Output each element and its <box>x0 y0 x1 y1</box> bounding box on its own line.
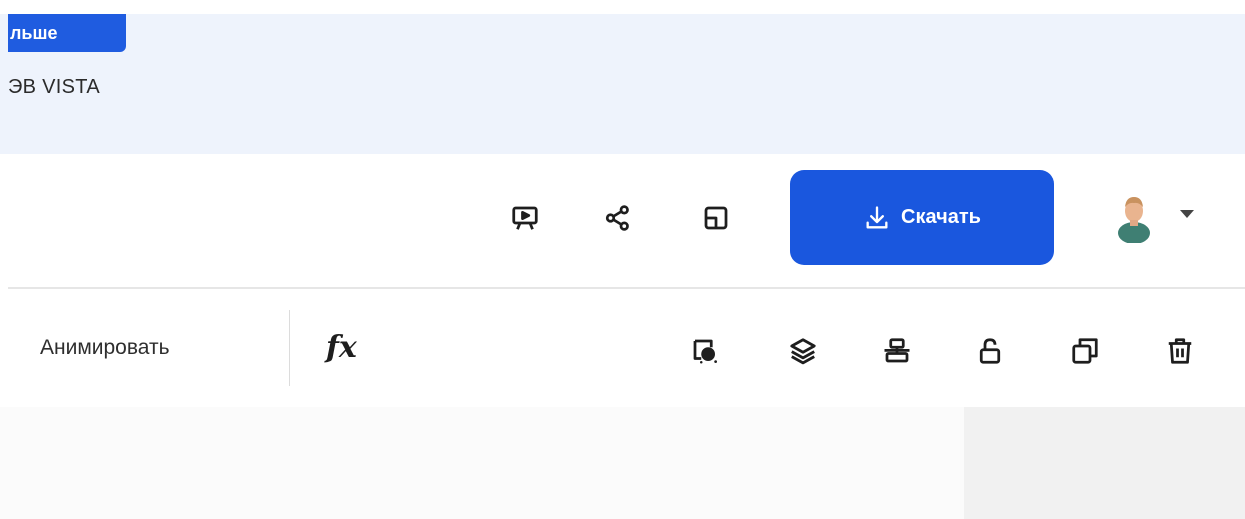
trash-icon[interactable] <box>1163 334 1197 368</box>
layers-icon[interactable] <box>786 334 820 368</box>
lock-icon[interactable] <box>973 334 1007 368</box>
resize-icon[interactable] <box>698 200 734 236</box>
edit-toolbar <box>0 289 1245 407</box>
chevron-down-icon[interactable] <box>1180 210 1194 218</box>
presentation-icon[interactable] <box>507 200 543 236</box>
toolbar-separator <box>289 310 290 386</box>
background-remove-icon[interactable] <box>688 334 722 368</box>
download-icon <box>866 205 888 228</box>
align-icon[interactable] <box>880 334 914 368</box>
animate-button[interactable]: Анимировать <box>40 336 170 360</box>
side-panel <box>964 407 1245 519</box>
promo-banner: льше ЭВ VISTA <box>0 14 1245 154</box>
share-icon[interactable] <box>600 200 636 236</box>
user-avatar[interactable] <box>1112 193 1156 243</box>
duplicate-icon[interactable] <box>1068 334 1102 368</box>
download-button[interactable]: Скачать <box>790 170 1054 265</box>
effects-button[interactable]: fx <box>326 330 357 365</box>
banner-promo-text: ЭВ VISTA <box>8 76 100 98</box>
design-canvas[interactable] <box>0 407 964 519</box>
download-label: Скачать <box>901 206 981 228</box>
banner-more-button[interactable]: льше <box>8 14 126 52</box>
